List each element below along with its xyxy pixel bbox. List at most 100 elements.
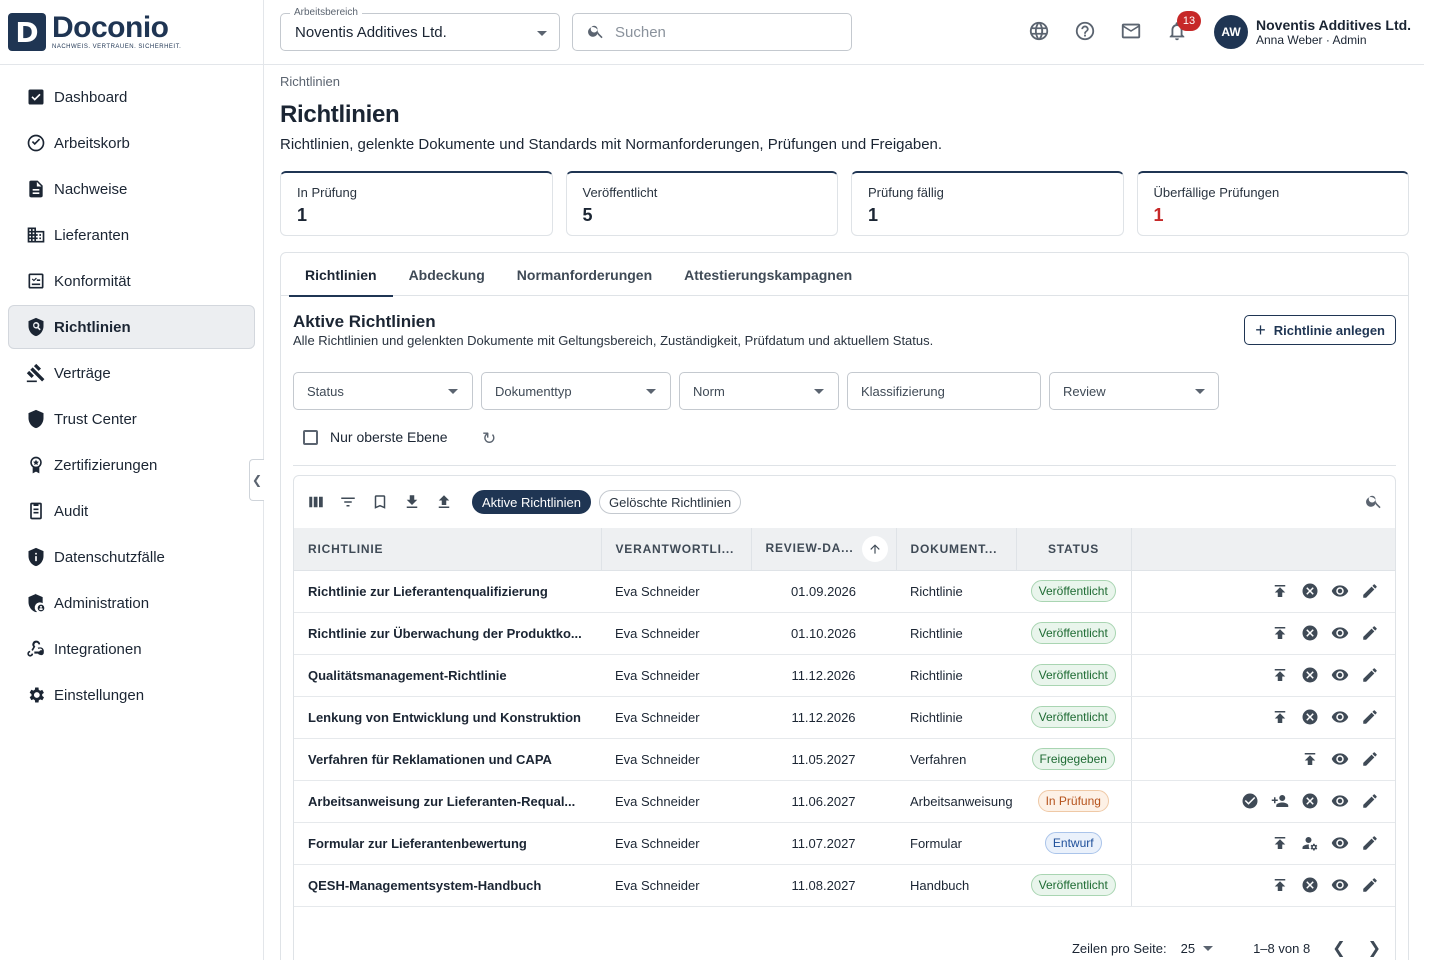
sidebar-item-administration[interactable]: Administration (8, 581, 255, 625)
assign-reviewer-icon[interactable] (1269, 790, 1291, 812)
next-page-button[interactable]: ❯ (1368, 938, 1381, 958)
stat-card[interactable]: Prüfung fällig 1 (851, 171, 1124, 236)
policy-title[interactable]: Arbeitsanweisung zur Lieferanten-Requal.… (294, 780, 601, 823)
download-icon[interactable] (402, 492, 422, 512)
view-icon[interactable] (1329, 874, 1351, 896)
language-button[interactable] (1027, 20, 1051, 44)
doctype-filter[interactable]: Dokumenttyp (481, 372, 671, 410)
edit-icon[interactable] (1359, 664, 1381, 686)
classification-filter[interactable]: Klassifizierung (847, 372, 1041, 410)
view-icon[interactable] (1329, 706, 1351, 728)
brand[interactable]: D Doconio NACHWEIS. VERTRAUEN. SICHERHEI… (0, 0, 263, 65)
cancel-icon[interactable] (1299, 580, 1321, 602)
cancel-icon[interactable] (1299, 664, 1321, 686)
sidebar-item-nachweise[interactable]: Nachweise (8, 167, 255, 211)
sidebar-item-lieferanten[interactable]: Lieferanten (8, 213, 255, 257)
tab-attestierungskampagnen[interactable]: Attestierungskampagnen (668, 253, 868, 296)
columns-icon[interactable] (306, 492, 326, 512)
column-header-review-date[interactable]: REVIEW-DA... (751, 528, 897, 571)
messages-button[interactable] (1119, 20, 1143, 44)
upload-icon[interactable] (434, 492, 454, 512)
view-icon[interactable] (1329, 832, 1351, 854)
manage-access-icon[interactable] (1299, 832, 1321, 854)
notifications-button[interactable]: 13 (1165, 11, 1201, 44)
edit-icon[interactable] (1359, 706, 1381, 728)
sidebar-item-vertrage[interactable]: Verträge (8, 351, 255, 395)
bookmark-icon[interactable] (370, 492, 390, 512)
help-button[interactable] (1073, 20, 1097, 44)
cancel-icon[interactable] (1299, 874, 1321, 896)
sidebar-item-einstellungen[interactable]: Einstellungen (8, 673, 255, 717)
sidebar-item-trust-center[interactable]: Trust Center (8, 397, 255, 441)
view-icon[interactable] (1329, 622, 1351, 644)
tab-normanforderungen[interactable]: Normanforderungen (501, 253, 668, 296)
stat-card[interactable]: Veröffentlicht 5 (565, 171, 838, 236)
collapse-sidebar-button[interactable]: ❮ (249, 459, 264, 501)
edit-icon[interactable] (1359, 748, 1381, 770)
table-row[interactable]: Richtlinie zur Überwachung der Produktko… (294, 612, 1395, 655)
tab-richtlinien[interactable]: Richtlinien (289, 253, 393, 297)
global-search[interactable] (572, 13, 852, 51)
norm-filter[interactable]: Norm (679, 372, 839, 410)
publish-icon[interactable] (1269, 580, 1291, 602)
reset-filters-icon[interactable]: ↻ (482, 429, 496, 449)
sidebar-item-arbeitskorb[interactable]: Arbeitskorb (8, 121, 255, 165)
policy-title[interactable]: Richtlinie zur Überwachung der Produktko… (294, 612, 601, 655)
table-row[interactable]: Qualitätsmanagement-Richtlinie Eva Schnei… (294, 654, 1395, 697)
edit-icon[interactable] (1359, 622, 1381, 644)
cancel-icon[interactable] (1299, 706, 1321, 728)
policy-title[interactable]: Lenkung von Entwicklung und Konstruktion (294, 696, 601, 739)
publish-icon[interactable] (1299, 748, 1321, 770)
sidebar-item-zertifizierungen[interactable]: Zertifizierungen (8, 443, 255, 487)
sort-ascending-icon[interactable] (861, 535, 888, 562)
sidebar-item-konformitat[interactable]: Konformität (8, 259, 255, 303)
cancel-icon[interactable] (1299, 622, 1321, 644)
publish-icon[interactable] (1269, 706, 1291, 728)
sidebar-item-richtlinien[interactable]: Richtlinien (8, 305, 255, 349)
grid-search-icon[interactable] (1365, 492, 1383, 513)
view-icon[interactable] (1329, 748, 1351, 770)
cancel-icon[interactable] (1299, 790, 1321, 812)
rows-per-page-select[interactable]: 25 (1181, 941, 1214, 956)
top-level-only-checkbox[interactable]: Nur oberste Ebene (303, 429, 448, 445)
table-row[interactable]: Arbeitsanweisung zur Lieferanten-Requal.… (294, 780, 1395, 823)
workspace-select[interactable]: Arbeitsbereich Noventis Additives Ltd. (280, 7, 560, 51)
previous-page-button[interactable]: ❮ (1332, 938, 1345, 958)
add-policy-button[interactable]: + Richtlinie anlegen (1244, 315, 1396, 345)
avatar[interactable]: AW (1214, 15, 1248, 49)
column-header-status[interactable]: STATUS (1016, 528, 1132, 571)
policy-title[interactable]: QESH-Managementsystem-Handbuch (294, 864, 601, 907)
edit-icon[interactable] (1359, 874, 1381, 896)
view-icon[interactable] (1329, 580, 1351, 602)
edit-icon[interactable] (1359, 580, 1381, 602)
publish-icon[interactable] (1269, 832, 1291, 854)
chip-active-policies[interactable]: Aktive Richtlinien (472, 490, 591, 514)
table-row[interactable]: Richtlinie zur Lieferantenqualifizierung… (294, 570, 1395, 613)
column-header-owner[interactable]: VERANTWORTLI... (601, 528, 752, 571)
edit-icon[interactable] (1359, 790, 1381, 812)
status-filter[interactable]: Status (293, 372, 473, 410)
filter-icon[interactable] (338, 492, 358, 512)
stat-card[interactable]: In Prüfung 1 (280, 171, 553, 236)
view-icon[interactable] (1329, 790, 1351, 812)
publish-icon[interactable] (1269, 874, 1291, 896)
column-header-doctype[interactable]: DOKUMENT... (896, 528, 1017, 571)
table-row[interactable]: Formular zur Lieferantenbewertung Eva Sch… (294, 822, 1395, 865)
sidebar-item-integrationen[interactable]: Integrationen (8, 627, 255, 671)
policy-title[interactable]: Verfahren für Reklamationen und CAPA (294, 738, 601, 781)
sidebar-item-audit[interactable]: Audit (8, 489, 255, 533)
publish-icon[interactable] (1269, 664, 1291, 686)
policy-title[interactable]: Formular zur Lieferantenbewertung (294, 822, 601, 865)
sidebar-item-dashboard[interactable]: Dashboard (8, 75, 255, 119)
breadcrumb[interactable]: Richtlinien (280, 74, 340, 89)
column-header-policy[interactable]: RICHTLINIE (294, 528, 602, 571)
chip-deleted-policies[interactable]: Gelöschte Richtlinien (599, 490, 742, 514)
publish-icon[interactable] (1269, 622, 1291, 644)
table-row[interactable]: Verfahren für Reklamationen und CAPA Eva … (294, 738, 1395, 781)
search-input[interactable] (615, 23, 835, 41)
table-row[interactable]: QESH-Managementsystem-Handbuch Eva Schnei… (294, 864, 1395, 907)
stat-card[interactable]: Überfällige Prüfungen 1 (1136, 171, 1409, 236)
policy-title[interactable]: Qualitätsmanagement-Richtlinie (294, 654, 601, 697)
checkbox-box[interactable] (303, 429, 318, 445)
view-icon[interactable] (1329, 664, 1351, 686)
